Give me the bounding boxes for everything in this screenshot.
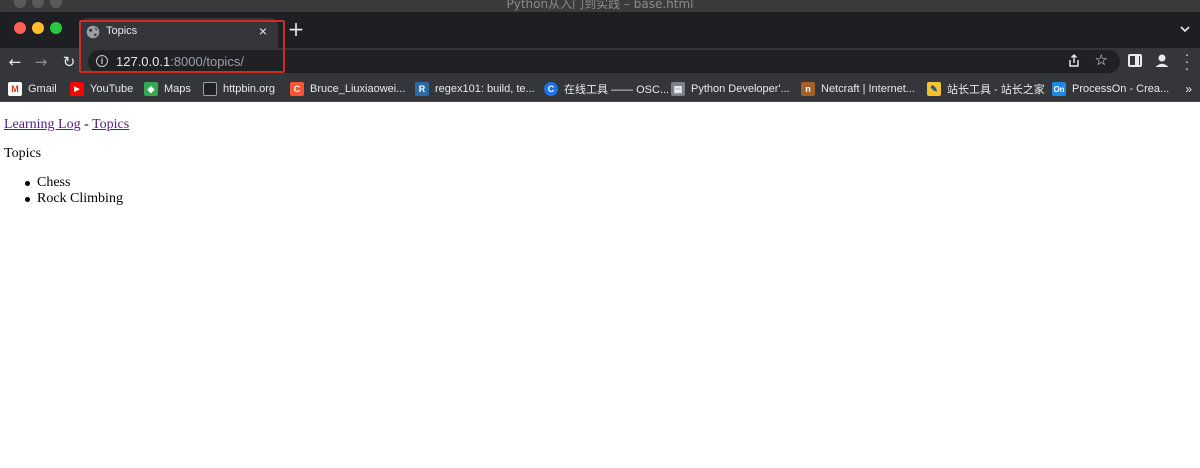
bookmark-python-docs[interactable]: ▤ Python Developer'... [671,80,790,98]
browser-toolbar: ← → ↻ i 127.0.0.1:8000/topics/ ☆ · · · [0,47,1200,76]
globe-icon [86,25,100,39]
maps-icon: ◆ [144,82,158,96]
chinaz-icon: ✎ [927,82,941,96]
youtube-icon: ▶ [70,82,84,96]
regex101-icon: R [415,82,429,96]
bookmark-label: YouTube [90,83,134,95]
chevron-down-icon [1180,26,1190,33]
list-item: Chess [25,175,123,191]
tab-strip: Topics × + [0,12,1200,48]
bookmark-maps[interactable]: ◆ Maps [144,80,191,98]
bookmark-label: 站长工具 - 站长之家 [947,84,1045,96]
page-content: Learning Log - Topics Topics Chess Rock … [0,103,1200,468]
bookmark-chinaz[interactable]: ✎ 站长工具 - 站长之家 [927,80,1045,98]
zoom-window-button[interactable] [50,22,62,34]
url-path: :8000/topics/ [170,54,244,69]
bookmark-httpbin[interactable]: httpbin.org [203,80,275,98]
bookmark-label: regex101: build, te... [435,83,535,95]
topics-link[interactable]: Topics [92,117,129,132]
address-bar[interactable]: i 127.0.0.1:8000/topics/ ☆ [88,50,1120,73]
site-info-icon[interactable]: i [96,55,108,67]
bookmark-youtube[interactable]: ▶ YouTube [70,80,133,98]
tab-search-button[interactable] [1178,22,1192,36]
bookmark-label: 在线工具 —— OSC... [564,84,670,96]
close-window-button[interactable] [14,22,26,34]
reload-button[interactable]: ↻ [58,51,80,73]
share-icon[interactable] [1066,53,1082,69]
url-host: 127.0.0.1 [116,54,171,69]
bookmark-label: Bruce_Liuxiaowei... [310,83,406,95]
tab-topics[interactable]: Topics × [80,18,278,48]
bookmark-regex101[interactable]: R regex101: build, te... [415,80,535,98]
site-nav: Learning Log - Topics [4,117,129,133]
httpbin-icon [203,82,217,96]
bookmark-csdn[interactable]: C Bruce_Liuxiaowei... [290,80,405,98]
oschina-icon: C [544,82,558,96]
csdn-icon: C [290,82,304,96]
bookmark-label: Gmail [28,83,57,95]
bookmark-star-icon[interactable]: ☆ [1095,51,1108,71]
netcraft-icon: n [801,82,815,96]
window-title-bar: Python从入门到实践 – base.html [0,0,1200,12]
bookmark-oschina[interactable]: C 在线工具 —— OSC... [544,80,669,98]
nav-separator: - [84,117,89,132]
bookmark-gmail[interactable]: M Gmail [8,80,57,98]
tab-close-button[interactable]: × [254,22,272,40]
url-text[interactable]: 127.0.0.1:8000/topics/ [116,54,244,69]
tab-title: Topics [106,25,138,37]
bookmark-label: Python Developer'... [691,83,790,95]
bookmarks-bar: M Gmail ▶ YouTube ◆ Maps httpbin.org C B… [0,76,1200,102]
topics-list: Chess Rock Climbing [25,175,123,207]
more-menu-icon[interactable]: · · · [1182,47,1192,75]
bookmark-processon[interactable]: On ProcessOn - Crea... [1052,80,1169,98]
more-bookmarks-button[interactable]: » [1185,80,1192,98]
bookmark-label: Maps [164,83,191,95]
gmail-icon: M [8,82,22,96]
python-docs-icon: ▤ [671,82,685,96]
forward-button[interactable]: → [30,51,52,73]
profile-avatar-icon[interactable] [1152,51,1172,71]
window-title: Python从入门到实践 – base.html [506,0,694,11]
page-heading: Topics [4,146,42,161]
learning-log-link[interactable]: Learning Log [4,117,81,132]
new-tab-button[interactable]: + [287,19,305,39]
list-item: Rock Climbing [25,191,123,206]
bookmark-label: Netcraft | Internet... [821,83,915,95]
back-button[interactable]: ← [4,51,26,73]
side-panel-icon[interactable] [1128,54,1142,67]
minimize-window-button[interactable] [32,22,44,34]
bookmark-label: httpbin.org [223,83,275,95]
processon-icon: On [1052,82,1066,96]
bookmark-netcraft[interactable]: n Netcraft | Internet... [801,80,915,98]
bookmark-label: ProcessOn - Crea... [1072,83,1170,95]
